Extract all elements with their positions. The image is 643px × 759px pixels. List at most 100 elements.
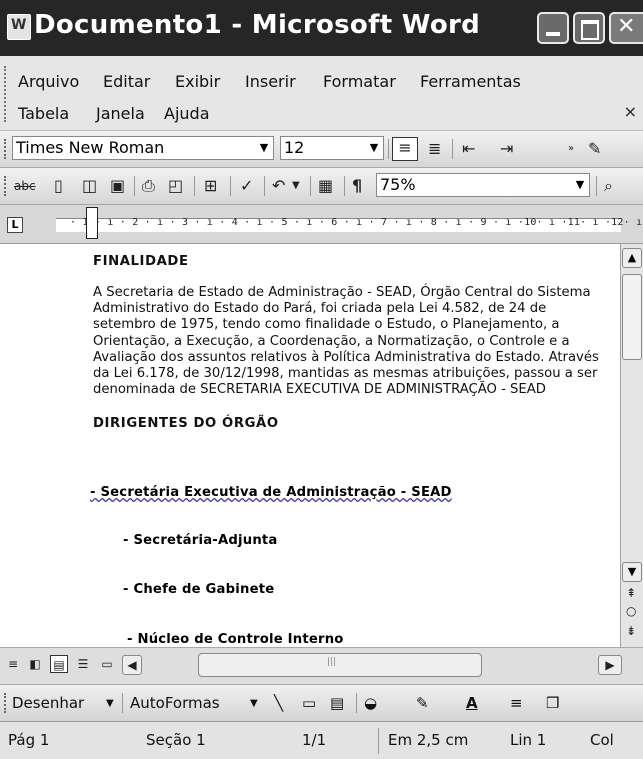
chevron-down-icon[interactable]: ▼: [571, 174, 589, 196]
autoshapes-menu-button[interactable]: AutoFormas: [130, 694, 220, 712]
undo-icon[interactable]: ↶: [272, 176, 285, 196]
status-divider: [378, 728, 379, 754]
menu-formatar[interactable]: Formatar: [323, 72, 396, 91]
document-page[interactable]: FINALIDADE A Secretaria de Estado de Adm…: [0, 244, 620, 647]
justify-icon[interactable]: ≣: [428, 139, 441, 159]
find-icon[interactable]: ⌕: [604, 176, 613, 196]
undo-dropdown-icon[interactable]: ▼: [292, 176, 300, 196]
font-color-icon[interactable]: A: [466, 694, 478, 712]
vertical-scrollbar[interactable]: ▲ ▼ ⇞ ○ ⇟: [620, 244, 643, 647]
scroll-up-icon[interactable]: ▲: [622, 248, 642, 268]
new-document-icon[interactable]: ▯: [54, 176, 63, 196]
previous-page-icon[interactable]: ⇞: [626, 586, 636, 600]
menu-exibir[interactable]: Exibir: [175, 72, 220, 91]
reading-layout-icon[interactable]: ▭: [98, 655, 116, 673]
draw-menu-button[interactable]: Desenhar: [12, 694, 84, 712]
toolbar-options-icon[interactable]: »: [568, 139, 574, 159]
format-painter-icon[interactable]: ✓: [240, 176, 253, 196]
toolbar-grip-handle[interactable]: [4, 176, 9, 196]
chevron-down-icon[interactable]: ▼: [255, 137, 273, 159]
scroll-down-icon[interactable]: ▼: [622, 562, 642, 582]
increase-indent-icon[interactable]: ⇥: [500, 139, 513, 159]
list-item: - Secretária Executiva de Administração …: [90, 485, 452, 500]
font-name-select[interactable]: Times New Roman ▼: [12, 136, 274, 160]
menu-tabela[interactable]: Tabela: [18, 104, 69, 123]
align-left-icon[interactable]: ≡: [392, 137, 418, 161]
toolbar-grip-handle[interactable]: [4, 139, 9, 159]
toolbar-divider: [388, 139, 389, 159]
toolbar-divider: [122, 693, 123, 713]
scroll-right-icon[interactable]: ▶: [598, 655, 622, 675]
open-folder-icon[interactable]: ◫: [82, 176, 97, 196]
print-icon[interactable]: ⎙: [142, 176, 155, 196]
menu-janela[interactable]: Janela: [96, 104, 145, 123]
font-size-value: 12: [284, 138, 305, 157]
review-icon[interactable]: ✎: [588, 139, 601, 159]
list-item: - Chefe de Gabinete: [123, 582, 275, 597]
fill-color-icon[interactable]: ◒: [364, 694, 377, 712]
toolbar-divider: [596, 176, 597, 196]
line-color-icon[interactable]: ✎: [416, 694, 429, 712]
font-size-select[interactable]: 12 ▼: [280, 136, 384, 160]
research-icon[interactable]: ⊞: [204, 176, 217, 196]
menu-ferramentas[interactable]: Ferramentas: [420, 72, 521, 91]
next-page-icon[interactable]: ⇟: [626, 624, 636, 638]
ruler-marks: · 1 · ı · 2 · ı · 3 · ı · 4 · ı · 5 · ı …: [70, 217, 643, 228]
horizontal-scroll-thumb[interactable]: [198, 653, 482, 677]
word-app-icon[interactable]: [7, 14, 31, 40]
toolbar-divider: [356, 693, 357, 713]
zoom-select[interactable]: 75% ▼: [376, 173, 590, 197]
outline-view-icon[interactable]: ☰: [74, 655, 92, 673]
tab-selector-button[interactable]: L: [7, 217, 23, 233]
chevron-down-icon[interactable]: ▼: [106, 698, 114, 709]
toolbar-grip-handle[interactable]: [4, 693, 9, 713]
status-bar: Pág 1 Seção 1 1/1 Em 2,5 cm Lin 1 Col: [0, 721, 643, 759]
window-title: Documento1 - Microsoft Word: [34, 10, 481, 40]
menu-ajuda[interactable]: Ajuda: [164, 104, 210, 123]
heading-dirigentes: DIRIGENTES DO ÓRGÃO: [93, 416, 279, 432]
menu-arquivo[interactable]: Arquivo: [18, 72, 79, 91]
select-browse-object-icon[interactable]: ○: [626, 604, 636, 618]
status-pages: 1/1: [302, 731, 327, 749]
columns-icon[interactable]: ▦: [318, 176, 333, 196]
toolbar-divider: [230, 176, 231, 196]
close-document-button[interactable]: ×: [624, 102, 637, 121]
3d-style-icon[interactable]: ❒: [546, 694, 559, 712]
menu-inserir[interactable]: Inserir: [245, 72, 296, 91]
scroll-left-icon[interactable]: ◀: [122, 655, 142, 675]
document-content: FINALIDADE A Secretaria de Estado de Adm…: [93, 254, 613, 431]
normal-view-icon[interactable]: ≡: [4, 655, 22, 673]
menu-grip-handle[interactable]: [4, 66, 9, 122]
formatting-toolbar: Times New Roman ▼ 12 ▼ ≡ ≣ ⇤ ⇥ » ✎: [0, 131, 643, 168]
horizontal-ruler: L · 1 · ı · 2 · ı · 3 · ı · 4 · ı · 5 · …: [0, 205, 643, 244]
status-column: Col: [590, 731, 614, 749]
word-window: Documento1 - Microsoft Word Arquivo Edit…: [0, 0, 643, 759]
decrease-indent-icon[interactable]: ⇤: [462, 139, 475, 159]
save-icon[interactable]: ▣: [110, 176, 125, 196]
list-item: - Secretária-Adjunta: [123, 533, 278, 548]
chevron-down-icon[interactable]: ▼: [365, 137, 383, 159]
heading-finalidade: FINALIDADE: [93, 254, 189, 269]
line-style-icon[interactable]: ≡: [510, 694, 523, 712]
toolbar-divider: [134, 176, 135, 196]
rectangle-tool-icon[interactable]: ▭: [302, 694, 316, 712]
close-button[interactable]: [609, 12, 643, 44]
show-formatting-icon[interactable]: ¶: [352, 176, 362, 196]
print-layout-icon[interactable]: ▤: [50, 655, 68, 673]
textbox-tool-icon[interactable]: ▤: [330, 694, 344, 712]
minimize-button[interactable]: [537, 12, 569, 44]
menu-editar[interactable]: Editar: [103, 72, 150, 91]
toolbar-divider: [344, 176, 345, 196]
strikethrough-icon[interactable]: abc: [14, 176, 36, 196]
status-page: Pág 1: [8, 731, 50, 749]
toolbar-divider: [310, 176, 311, 196]
line-tool-icon[interactable]: ╲: [274, 694, 283, 712]
zoom-value: 75%: [380, 175, 416, 194]
chevron-down-icon[interactable]: ▼: [250, 698, 258, 709]
maximize-button[interactable]: [573, 12, 605, 44]
vertical-scroll-thumb[interactable]: [622, 274, 642, 360]
print-preview-icon[interactable]: ◰: [168, 176, 183, 196]
toolbar-divider: [264, 176, 265, 196]
indent-marker[interactable]: [86, 207, 98, 239]
web-layout-icon[interactable]: ◧: [26, 655, 44, 673]
